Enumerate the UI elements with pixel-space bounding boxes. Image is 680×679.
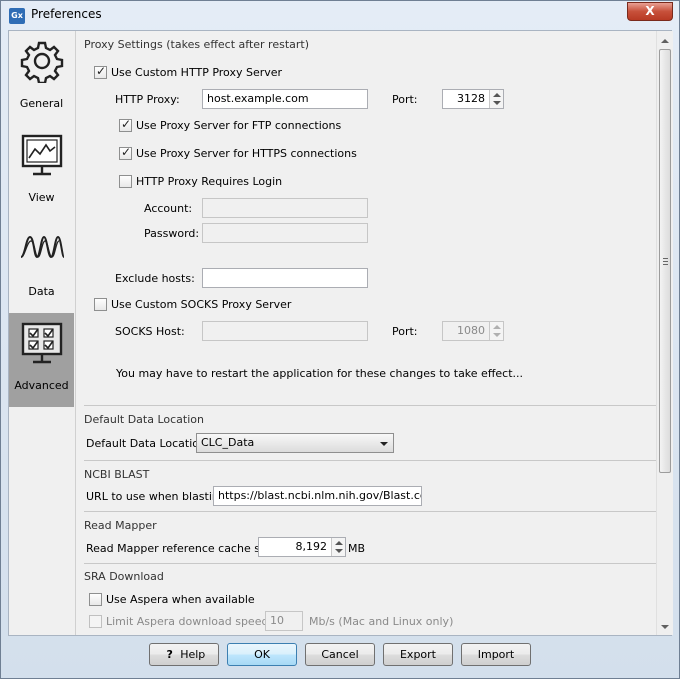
limit-aspera-unit: Mb/s (Mac and Linux only) — [309, 615, 454, 628]
ftp-proxy-label[interactable]: Use Proxy Server for FTP connections — [136, 119, 341, 132]
help-button-label: Help — [180, 648, 206, 661]
blast-url-label: URL to use when blasting: — [86, 490, 230, 503]
nav-item-view[interactable]: View — [9, 125, 74, 219]
password-label: Password: — [144, 227, 200, 240]
category-nav: General View Data Advanced — [9, 31, 75, 408]
blast-url-input[interactable]: https://blast.ncbi.nlm.nih.gov/Blast.cgi — [213, 486, 422, 506]
nav-item-advanced[interactable]: Advanced — [9, 313, 74, 407]
dialog-body: General View Data Advanced Proxy Setting… — [8, 30, 673, 636]
export-button-label: Export — [399, 648, 436, 661]
separator — [84, 563, 658, 564]
password-input[interactable] — [202, 223, 368, 243]
http-proxy-input[interactable]: host.example.com — [202, 89, 368, 109]
socks-port-spin-buttons[interactable] — [489, 322, 503, 340]
socks-host-input[interactable] — [202, 321, 368, 341]
account-label: Account: — [144, 202, 193, 215]
app-icon: Gx — [9, 8, 25, 24]
port-spinner[interactable]: 3128 — [442, 89, 504, 109]
nav-item-general[interactable]: General — [9, 31, 74, 125]
separator — [84, 511, 658, 512]
data-location-section-title: Default Data Location — [84, 413, 204, 426]
ok-button[interactable]: OK — [227, 643, 297, 666]
export-button[interactable]: Export — [383, 643, 453, 666]
window-title: Preferences — [31, 7, 102, 21]
account-input[interactable] — [202, 198, 368, 218]
sra-section-title: SRA Download — [84, 570, 164, 583]
socks-port-value: 1080 — [457, 324, 485, 337]
nav-item-data[interactable]: Data — [9, 219, 74, 313]
ftp-proxy-checkbox[interactable] — [119, 117, 132, 132]
dialog-buttons: ? Help OK Cancel Export Import — [1, 641, 679, 671]
port-spin-buttons[interactable] — [489, 90, 503, 108]
cancel-button[interactable]: Cancel — [305, 643, 375, 666]
import-button[interactable]: Import — [461, 643, 531, 666]
settings-panel: Proxy Settings (takes effect after resta… — [75, 31, 673, 635]
nav-label-view: View — [28, 191, 55, 204]
cache-size-spin-buttons[interactable] — [331, 538, 345, 556]
preferences-window: Gx Preferences X General View Data Advan… — [0, 0, 680, 679]
chevron-down-icon — [380, 442, 388, 446]
https-proxy-checkbox[interactable] — [119, 145, 132, 160]
checklist-icon — [21, 322, 63, 364]
help-button[interactable]: ? Help — [149, 643, 219, 666]
nav-label-general: General — [19, 97, 64, 110]
limit-aspera-label[interactable]: Limit Aspera download speeds to — [106, 615, 289, 628]
exclude-hosts-input[interactable] — [202, 268, 368, 288]
monitor-chart-icon — [21, 134, 63, 176]
read-mapper-section-title: Read Mapper — [84, 519, 157, 532]
http-proxy-label: HTTP Proxy: — [115, 93, 180, 106]
socks-host-label: SOCKS Host: — [115, 325, 185, 338]
nav-label-data: Data — [28, 285, 55, 298]
data-location-select[interactable]: CLC_Data — [196, 433, 394, 453]
help-icon: ? — [166, 648, 173, 661]
requires-login-label[interactable]: HTTP Proxy Requires Login — [136, 175, 282, 188]
scroll-down-icon[interactable] — [661, 625, 669, 629]
cancel-button-label: Cancel — [321, 648, 359, 661]
use-http-proxy-checkbox[interactable] — [94, 64, 107, 79]
ok-button-label: OK — [254, 648, 270, 661]
cache-size-unit: MB — [348, 542, 366, 555]
blast-section-title: NCBI BLAST — [84, 468, 150, 481]
port-label: Port: — [392, 93, 418, 106]
proxy-section-title: Proxy Settings (takes effect after resta… — [84, 38, 310, 51]
waveform-icon — [20, 235, 64, 259]
use-aspera-checkbox[interactable] — [89, 593, 102, 606]
cache-size-spinner[interactable]: 8,192 — [258, 537, 346, 557]
separator — [84, 460, 658, 461]
grip-icon — [663, 258, 668, 265]
data-location-label: Default Data Location: — [86, 437, 210, 450]
use-socks-proxy-checkbox[interactable] — [94, 298, 107, 311]
limit-aspera-input[interactable]: 10 — [265, 611, 303, 631]
requires-login-checkbox[interactable] — [119, 175, 132, 188]
exclude-hosts-label: Exclude hosts: — [115, 272, 195, 285]
use-socks-proxy-label[interactable]: Use Custom SOCKS Proxy Server — [111, 298, 291, 311]
nav-label-advanced: Advanced — [14, 379, 69, 392]
use-aspera-label[interactable]: Use Aspera when available — [106, 593, 255, 606]
https-proxy-label[interactable]: Use Proxy Server for HTTPS connections — [136, 147, 357, 160]
vertical-scrollbar[interactable] — [656, 31, 673, 635]
data-location-value: CLC_Data — [201, 436, 255, 449]
separator — [84, 405, 658, 406]
limit-aspera-checkbox[interactable] — [89, 615, 102, 628]
import-button-label: Import — [477, 648, 515, 661]
socks-port-label: Port: — [392, 325, 418, 338]
scroll-thumb[interactable] — [659, 49, 671, 473]
cache-size-value: 8,192 — [295, 540, 328, 553]
close-button[interactable]: X — [627, 2, 673, 21]
socks-port-spinner[interactable]: 1080 — [442, 321, 504, 341]
scroll-up-icon[interactable] — [661, 39, 669, 43]
title-bar: Gx Preferences X — [1, 1, 679, 29]
gear-icon — [20, 41, 64, 83]
use-http-proxy-label[interactable]: Use Custom HTTP Proxy Server — [111, 66, 282, 79]
port-value: 3128 — [457, 92, 485, 105]
cache-size-label: Read Mapper reference cache size: — [86, 542, 280, 555]
restart-note: You may have to restart the application … — [116, 367, 524, 380]
